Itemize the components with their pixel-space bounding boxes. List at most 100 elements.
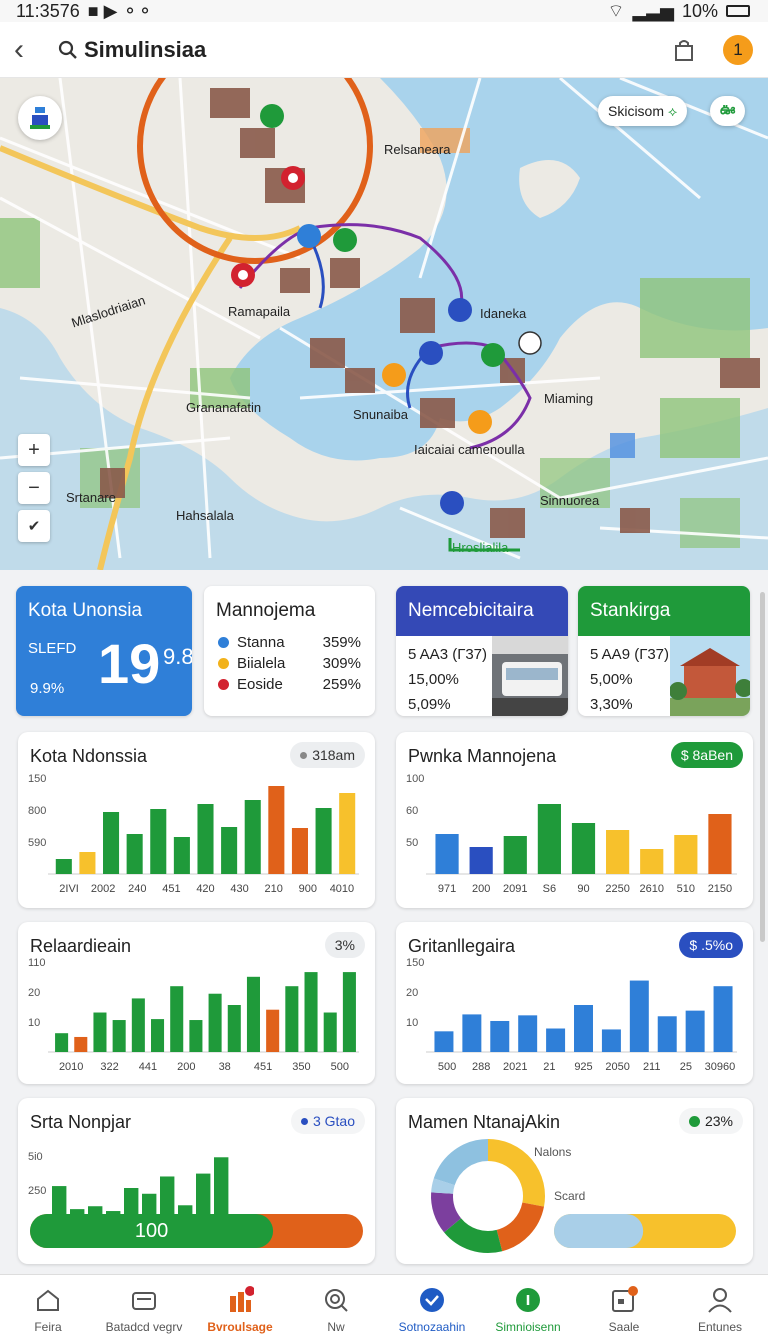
stat-card-nemcebicitaira[interactable]: Nemcebicitaira 5 AA3 (Г37) 15,00% 5,09% [396,586,568,716]
chart-pill[interactable]: $ 8aBen [670,742,743,768]
nav-item-saale[interactable]: Saale [576,1275,672,1344]
wallet-icon [129,1286,159,1314]
chart-bar [606,830,630,874]
info-circle-icon [513,1286,543,1314]
chart-pill[interactable]: 23% [678,1108,743,1134]
chart-pill[interactable]: 3 Gtao [290,1108,365,1134]
x-tick-label: 288 [472,1061,490,1073]
notification-button[interactable]: 1 [722,34,754,66]
chart-card-relaardieain[interactable]: Relaardieain 3% 110 20 10 2010 322 441 200 38 45… [18,922,375,1084]
nav-item-nw[interactable]: Nw [288,1275,384,1344]
chart-bar [244,800,261,874]
map-pin[interactable] [281,166,305,190]
chart-bar [462,1014,482,1052]
y-tick-label: 110 [28,957,46,969]
map-pin[interactable] [231,263,255,287]
x-tick-label: 430 [230,883,248,895]
legend-label: Biialela [237,655,286,672]
home-icon [33,1286,63,1314]
map-view[interactable]: Skicisom ⟡ ఊ Relsaneara Ramapaila Idanek… [0,78,768,570]
map-place-label: Idaneka [480,306,527,321]
nav-item-simnioisenn[interactable]: Simnioisenn [480,1275,576,1344]
chart-bar [640,849,664,874]
app-header: ‹ Simulinsiaa 1 [0,22,768,78]
chart-bar [434,1031,454,1052]
x-tick-label: 2021 [503,1061,527,1073]
y-tick-label: 150 [28,773,46,785]
nav-item-feira[interactable]: Feira [0,1275,96,1344]
locate-button[interactable]: ✔ [18,510,50,542]
map-pin[interactable] [448,298,472,322]
map-pin[interactable] [481,343,505,367]
x-tick-label: 925 [574,1061,592,1073]
y-tick-label: 150 [406,957,424,969]
x-tick-label: 510 [677,883,695,895]
nav-item-batadcd[interactable]: Batadcd vegrv [96,1275,192,1344]
chart-pill-label: 23% [704,1113,733,1129]
building-chart-icon [225,1285,255,1314]
stat-card-stankirga[interactable]: Stankirga 5 AA9 (Г37) 5,00% 3,30% [578,586,750,716]
x-tick-label: 322 [100,1061,118,1073]
app-logo[interactable] [18,96,62,140]
nav-item-sotnozaahin[interactable]: Sotnozaahin [384,1275,480,1344]
zoom-in-button[interactable]: + [18,434,50,466]
map-chip-label: Skicisom [608,103,665,119]
stat-line: 3,30% [590,696,633,713]
x-tick-label: 2150 [708,883,732,895]
chart-bar [601,1029,621,1052]
stat-line: 15,00% [408,671,459,688]
map-pin[interactable] [518,331,542,355]
chart-title: Pwnka Mannojena [408,746,557,766]
search-field[interactable]: Simulinsiaa [58,37,206,63]
bar-chart: 11020102010 322 441 200 38 451 350 500 [28,957,359,1073]
stat-card-title: Stankirga [578,586,750,636]
legend-row: Biialela 309% [218,655,361,672]
map-chip-label: ఊ [720,101,736,117]
status-bar: 11:3576 ■ ▶ ⚬⚬ ⌔ ▂▃▅ 10% [0,0,768,22]
donut-label: Nalons [534,1145,571,1159]
map-chip-skicisom[interactable]: Skicisom ⟡ [598,96,688,126]
back-arrow-icon[interactable]: ‹ [14,33,44,67]
x-tick-label: 2050 [605,1061,629,1073]
map-place-label: Miaming [544,391,594,406]
x-tick-label: 441 [139,1061,157,1073]
chart-card-pwnka-mannojena[interactable]: Pwnka Mannojena $ 8aBen 100 60 50 971 200 209… [396,732,753,908]
zoom-out-button[interactable]: − [18,472,50,504]
stat-card-kota[interactable]: Kota Unonsia SLEFD 19 9.8 9.9% [16,586,192,716]
chart-card-kota-ndonssia[interactable]: Kota Ndonssia 318am 150 800 590 2IVI 2002 240… [18,732,375,908]
nav-item-bvroulsage[interactable]: Bvroulsage [192,1275,288,1344]
check-circle-icon [417,1286,447,1314]
building-photo [670,636,750,716]
search-icon [321,1286,351,1314]
chart-bar [339,793,356,874]
donut-slice [496,1201,544,1252]
x-tick-label: 451 [254,1061,272,1073]
map-pin[interactable] [382,363,406,387]
map-pin[interactable] [297,224,321,248]
chart-pill[interactable]: 318am [290,742,365,768]
nav-label: Bvroulsage [207,1319,273,1334]
scrollbar[interactable] [760,592,765,942]
signal-icon: ▂▃▅ [632,0,674,21]
donut-slice [431,1192,462,1233]
map-pin[interactable] [260,104,284,128]
status-time: 11:3576 [16,0,80,21]
legend-dot [218,658,229,669]
map-pin[interactable] [333,228,357,252]
chart-card-srta-nonpjar[interactable]: Srta Nonpjar 3 Gtao 5i0 250 100 [18,1098,375,1264]
map-pin[interactable] [468,410,492,434]
map-pin[interactable] [419,341,443,365]
nav-item-entunes[interactable]: Entunes [672,1275,768,1344]
map-place-label: Srtanare [66,490,116,505]
chart-pill-label: $ .5%o [689,937,733,953]
map-chip-secondary[interactable]: ఊ [710,96,746,126]
y-tick-label: 60 [406,805,418,817]
map-pin[interactable] [440,491,464,515]
map-place-label: Grananafatin [186,400,262,415]
bag-button[interactable] [668,34,700,66]
chart-card-gritanllegaira[interactable]: Gritanllegaira $ .5%o 150 20 10 500 288 2021 2… [396,922,753,1084]
chart-card-mamen-ntanajakin[interactable]: Mamen NtanajAkin 23% Nalons Scard [396,1098,753,1264]
bus-station-photo [492,636,568,716]
stat-card-mannojema[interactable]: Mannojema Stanna 359% Biialela 309% Eoside… [204,586,375,716]
dot-icon [688,1115,700,1127]
